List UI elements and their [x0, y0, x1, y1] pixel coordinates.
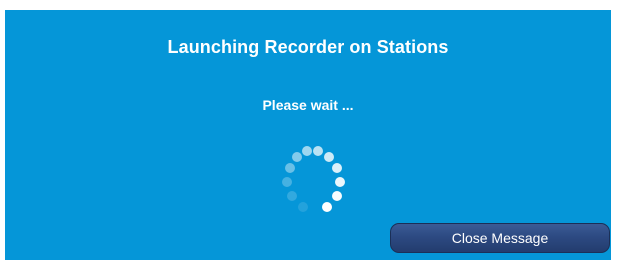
spinner-dot	[302, 146, 312, 156]
spinner-dot	[292, 152, 302, 162]
dialog-title: Launching Recorder on Stations	[167, 37, 449, 57]
spinner-dot	[313, 146, 323, 156]
spinner-dot	[282, 177, 292, 187]
spinner-dot	[332, 163, 342, 173]
loading-spinner-icon	[278, 144, 345, 214]
spinner-dot	[332, 191, 342, 201]
close-message-button[interactable]: Close Message	[390, 223, 610, 253]
launch-dialog: Launching Recorder on Stations Please wa…	[5, 10, 611, 260]
spinner-dot	[287, 191, 297, 201]
spinner-dot	[322, 202, 332, 212]
spinner-dot	[298, 202, 308, 212]
spinner-dot	[335, 177, 345, 187]
spinner-dot	[324, 152, 334, 162]
spinner-dot	[285, 163, 295, 173]
please-wait-message: Please wait ...	[262, 97, 354, 113]
